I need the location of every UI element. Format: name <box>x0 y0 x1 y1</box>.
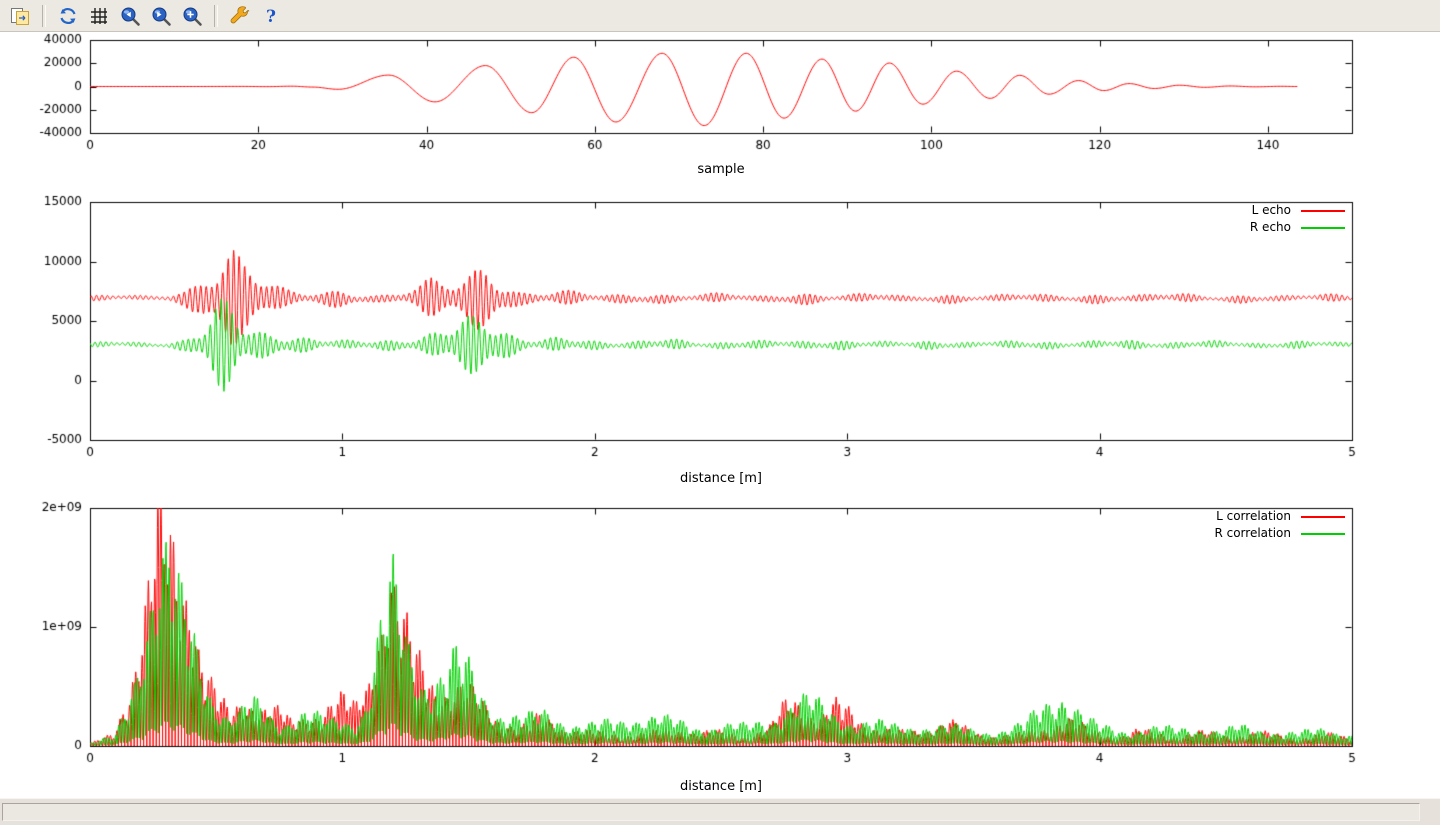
legend-line-sample <box>1301 516 1345 518</box>
legend-line-sample <box>1301 533 1345 535</box>
zoom-autoscale-icon <box>181 5 203 27</box>
waveform-plot: sample <box>0 32 1440 192</box>
configure-button[interactable] <box>226 3 254 29</box>
refresh-icon <box>57 5 79 27</box>
echo-plot-canvas[interactable] <box>0 192 1440 492</box>
help-icon: ? <box>260 5 282 27</box>
legend-line-sample <box>1301 227 1345 229</box>
clipboard-icon <box>9 5 31 27</box>
waveform-plot-canvas[interactable] <box>0 32 1440 192</box>
legend-entry: R correlation <box>1214 527 1345 540</box>
zoom-previous-button[interactable] <box>116 3 144 29</box>
toolbar: ? <box>0 0 1440 32</box>
legend-label: L echo <box>1252 204 1291 217</box>
legend-line-sample <box>1301 210 1345 212</box>
legend-entry: R echo <box>1250 221 1345 234</box>
toggle-grid-button[interactable] <box>85 3 113 29</box>
replot-button[interactable] <box>54 3 82 29</box>
correlation-plot: L correlationR correlation distance [m] <box>0 492 1440 798</box>
copy-to-clipboard-button[interactable] <box>6 3 34 29</box>
legend-entry: L echo <box>1252 204 1345 217</box>
legend-entry: L correlation <box>1216 510 1345 523</box>
toolbar-separator <box>214 5 218 27</box>
zoom-next-icon <box>150 5 172 27</box>
autoscale-button[interactable] <box>178 3 206 29</box>
zoom-previous-icon <box>119 5 141 27</box>
wrench-icon <box>229 5 251 27</box>
legend-label: R correlation <box>1214 527 1291 540</box>
grid-icon <box>88 5 110 27</box>
status-bar <box>0 798 1440 825</box>
zoom-next-button[interactable] <box>147 3 175 29</box>
help-button[interactable]: ? <box>257 3 285 29</box>
svg-text:?: ? <box>266 7 276 27</box>
legend-label: R echo <box>1250 221 1291 234</box>
status-text <box>2 803 1420 821</box>
legend-label: L correlation <box>1216 510 1291 523</box>
correlation-plot-legend: L correlation R correlation <box>1214 510 1345 540</box>
toolbar-separator <box>42 5 46 27</box>
echo-plot-legend: L echo R echo <box>1250 204 1345 234</box>
echo-plot: L echoR echo distance [m] <box>0 192 1440 492</box>
